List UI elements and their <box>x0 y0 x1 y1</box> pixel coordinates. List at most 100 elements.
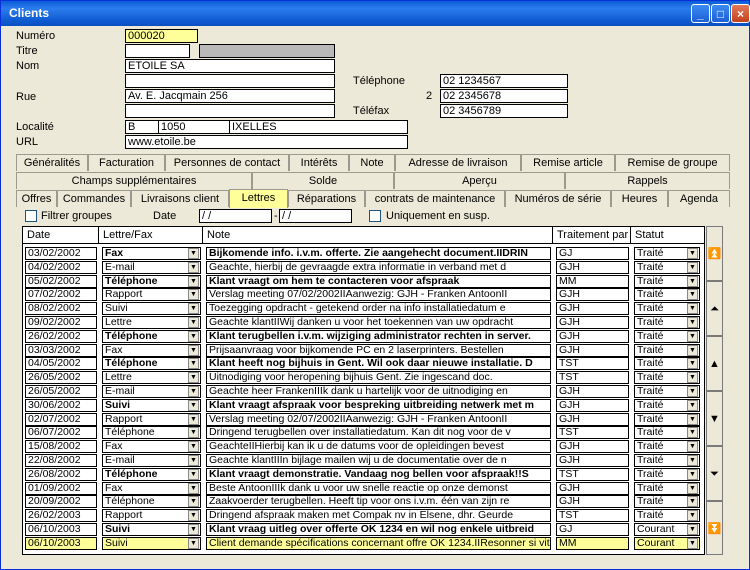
lettre-fax-cell[interactable]: Téléphone <box>102 357 201 371</box>
table-row[interactable]: 20/09/2002 Téléphone ▼ Zaakvoerder terugbel… <box>23 495 704 509</box>
traitement-par-cell[interactable]: TST <box>556 371 629 385</box>
column-note[interactable]: Note <box>203 227 553 244</box>
tab-contrats-de-maintenance[interactable]: contrats de maintenance <box>365 190 505 207</box>
traitement-par-cell[interactable]: GJH <box>556 288 629 302</box>
chevron-down-icon[interactable]: ▼ <box>188 537 199 549</box>
tab-heures[interactable]: Heures <box>611 190 668 207</box>
chevron-down-icon[interactable]: ▼ <box>188 303 199 315</box>
lettre-fax-cell[interactable]: E-mail <box>102 385 201 398</box>
pays-field[interactable]: B <box>125 120 159 134</box>
date-cell[interactable]: 08/02/2002 <box>25 302 97 316</box>
chevron-down-icon[interactable]: ▼ <box>687 468 698 480</box>
date-cell[interactable]: 04/02/2002 <box>25 260 97 274</box>
numero-field[interactable]: 000020 <box>125 29 198 43</box>
note-cell[interactable]: Klant vraag uitleg over offerte OK 1234 … <box>206 523 551 536</box>
traitement-par-cell[interactable]: GJH <box>556 302 629 316</box>
lettre-fax-cell[interactable]: Téléphone <box>102 467 201 481</box>
traitement-par-cell[interactable]: GJH <box>556 495 629 509</box>
traitement-par-cell[interactable]: GJH <box>556 260 629 274</box>
date-cell[interactable]: 06/10/2003 <box>25 536 97 550</box>
titre-field[interactable] <box>125 44 190 58</box>
chevron-down-icon[interactable]: ▼ <box>687 441 698 453</box>
column-lettre-fax[interactable]: Lettre/Fax <box>99 227 203 244</box>
date-to-field[interactable]: / / <box>279 209 352 223</box>
chevron-down-icon[interactable]: ▼ <box>687 399 698 411</box>
traitement-par-cell[interactable]: GJH <box>556 454 629 467</box>
tab-solde[interactable]: Solde <box>252 172 394 189</box>
chevron-down-icon[interactable]: ▼ <box>687 330 698 342</box>
lettre-fax-cell[interactable]: E-mail <box>102 454 201 467</box>
note-cell[interactable]: Prijsaanvraag voor bijkomende PC en 2 la… <box>206 343 551 357</box>
date-cell[interactable]: 06/10/2003 <box>25 523 97 536</box>
note-cell[interactable]: Geachte klantIIIn bijlage mailen wij u d… <box>206 454 551 467</box>
chevron-down-icon[interactable]: ▼ <box>687 372 698 384</box>
table-row[interactable]: 22/08/2002 E-mail ▼ Geachte klantIIIn bijla… <box>23 454 704 468</box>
note-cell[interactable]: Zaakvoerder terugbellen. Heeft tip voor … <box>206 495 551 509</box>
date-cell[interactable]: 15/08/2002 <box>25 440 97 454</box>
chevron-down-icon[interactable]: ▼ <box>687 413 698 425</box>
chevron-down-icon[interactable]: ▼ <box>687 386 698 397</box>
chevron-down-icon[interactable]: ▼ <box>188 386 199 397</box>
tab-personnes-de-contact[interactable]: Personnes de contact <box>165 154 289 171</box>
up-icon[interactable]: ▲ <box>706 336 723 391</box>
table-row[interactable]: 06/10/2003 Suivi ▼ Klant vraag uitleg over … <box>23 523 704 537</box>
lettre-fax-cell[interactable]: Lettre <box>102 316 201 329</box>
date-cell[interactable]: 26/05/2002 <box>25 385 97 398</box>
date-cell[interactable]: 09/02/2002 <box>25 316 97 329</box>
tab-agenda[interactable]: Agenda <box>668 190 730 207</box>
chevron-down-icon[interactable]: ▼ <box>188 261 199 273</box>
lettre-fax-cell[interactable]: Fax <box>102 247 201 260</box>
note-cell[interactable]: Geachte heer FrankenIIIk dank u hartelij… <box>206 385 551 398</box>
table-row[interactable]: 02/07/2002 Rapport ▼ Verslag meeting 02/07/… <box>23 412 704 427</box>
lettre-fax-cell[interactable]: Fax <box>102 343 201 357</box>
chevron-down-icon[interactable]: ▼ <box>687 317 698 328</box>
tab-apercu[interactable]: Aperçu <box>394 172 565 189</box>
url-field[interactable]: www.etoile.be <box>125 135 408 149</box>
note-cell[interactable]: Klant vraagt om hem te contacteren voor … <box>206 274 551 288</box>
lettre-fax-cell[interactable]: Rapport <box>102 412 201 426</box>
note-cell[interactable]: Klant terugbellen i.v.m. wijziging admin… <box>206 329 551 343</box>
chevron-down-icon[interactable]: ▼ <box>687 496 698 508</box>
date-cell[interactable]: 26/02/2002 <box>25 329 97 343</box>
chevron-down-icon[interactable]: ▼ <box>188 399 199 411</box>
date-cell[interactable]: 03/03/2002 <box>25 343 97 357</box>
chevron-down-icon[interactable]: ▼ <box>188 524 199 535</box>
chevron-down-icon[interactable]: ▼ <box>188 275 199 287</box>
chevron-down-icon[interactable]: ▼ <box>188 413 199 425</box>
ville-field[interactable]: IXELLES <box>229 120 408 134</box>
chevron-down-icon[interactable]: ▼ <box>687 275 698 287</box>
table-row[interactable]: 26/02/2003 Rapport ▼ Dringend afspraak make… <box>23 509 704 523</box>
table-row[interactable]: 26/02/2002 Téléphone ▼ Klant terugbellen i.… <box>23 329 704 344</box>
date-cell[interactable]: 26/08/2002 <box>25 467 97 481</box>
date-cell[interactable]: 03/02/2002 <box>25 247 97 260</box>
chevron-down-icon[interactable]: ▼ <box>188 455 199 466</box>
lettre-fax-cell[interactable]: Fax <box>102 481 201 495</box>
chevron-down-icon[interactable]: ▼ <box>188 427 199 439</box>
last-icon[interactable]: ⏬ <box>706 501 723 555</box>
note-cell[interactable]: GeachteIIHierbij kan ik u de datums voor… <box>206 440 551 454</box>
table-row[interactable]: 09/02/2002 Lettre ▼ Geachte klantIIWij dank… <box>23 316 704 330</box>
chevron-down-icon[interactable]: ▼ <box>188 482 199 494</box>
date-cell[interactable]: 06/07/2002 <box>25 426 97 440</box>
table-row[interactable]: 08/02/2002 Suivi ▼ Toezegging opdracht - ge… <box>23 302 704 316</box>
table-row[interactable]: 03/03/2002 Fax ▼ Prijsaanvraag voor bijkome… <box>23 343 704 358</box>
lettre-fax-cell[interactable]: Rapport <box>102 509 201 523</box>
maximize-icon[interactable]: □ <box>711 4 730 23</box>
chevron-down-icon[interactable]: ▼ <box>687 358 698 370</box>
chevron-down-icon[interactable]: ▼ <box>188 358 199 370</box>
date-cell[interactable]: 30/06/2002 <box>25 398 97 412</box>
table-row[interactable]: 06/10/2003 Suivi ▼ Client demande spécifica… <box>23 536 704 551</box>
date-cell[interactable]: 26/05/2002 <box>25 371 97 385</box>
tab-champs-supplementaires[interactable]: Champs supplémentaires <box>16 172 252 189</box>
tab-remise-de-groupe[interactable]: Remise de groupe <box>615 154 730 171</box>
chevron-down-icon[interactable]: ▼ <box>687 482 698 494</box>
close-icon[interactable]: × <box>731 4 750 23</box>
date-cell[interactable]: 07/02/2002 <box>25 288 97 302</box>
lettre-fax-cell[interactable]: Téléphone <box>102 329 201 343</box>
chevron-down-icon[interactable]: ▼ <box>188 248 199 259</box>
lettre-fax-cell[interactable]: Suivi <box>102 398 201 412</box>
lettre-fax-cell[interactable]: Suivi <box>102 302 201 316</box>
table-row[interactable]: 26/08/2002 Téléphone ▼ Klant vraagt demonst… <box>23 467 704 482</box>
chevron-down-icon[interactable]: ▼ <box>687 455 698 466</box>
tab-offres[interactable]: Offres <box>16 190 57 207</box>
